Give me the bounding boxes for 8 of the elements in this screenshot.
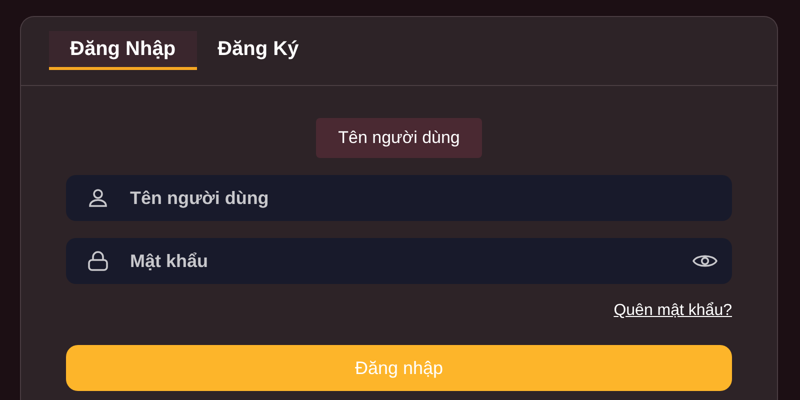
user-icon: [86, 186, 110, 210]
password-field[interactable]: Mật khẩu: [66, 238, 732, 284]
lock-icon: [86, 249, 110, 273]
tab[interactable]: Đăng Nhập: [49, 31, 197, 70]
tooltip: Tên người dùng: [316, 118, 482, 158]
forgot-password-link[interactable]: Quên mật khẩu?: [614, 302, 732, 320]
username-field[interactable]: Tên người dùng: [66, 175, 732, 221]
tab[interactable]: Đăng Ký: [196, 31, 320, 70]
